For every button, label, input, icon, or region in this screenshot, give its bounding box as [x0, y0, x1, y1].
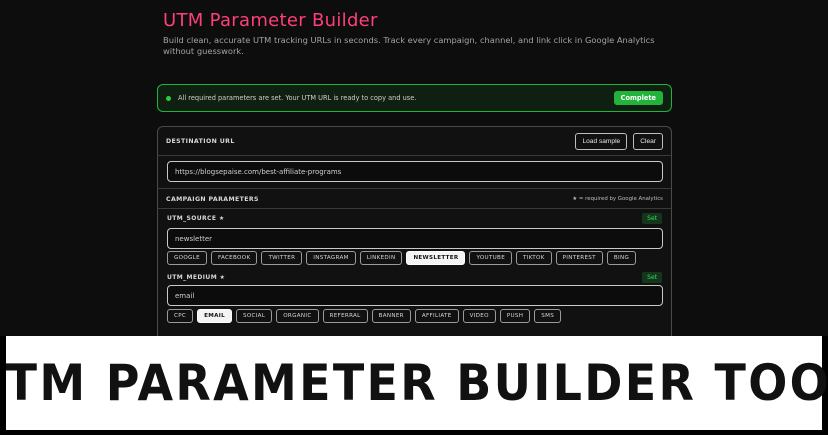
complete-badge: Complete [613, 91, 663, 105]
utm-source-label: UTM_SOURCE ★ [167, 215, 225, 222]
utm-medium-set-badge: Set [642, 272, 662, 283]
utm-source-chips: GOOGLE FACEBOOK TWITTER INSTAGRAM LINKEDIN NE… [167, 251, 637, 265]
medium-chip-organic[interactable]: ORGANIC [276, 309, 319, 323]
campaign-label: CAMPAIGN PARAMETERS [166, 195, 259, 203]
page-subtitle: Build clean, accurate UTM tracking URLs … [163, 35, 655, 56]
source-chip-newsletter[interactable]: NEWSLETTER [406, 251, 466, 265]
required-note: ★ = required by Google Analytics [572, 196, 663, 202]
source-chip-tiktok[interactable]: TIKTOK [516, 251, 552, 265]
campaign-header: CAMPAIGN PARAMETERS ★ = required by Goog… [158, 188, 671, 210]
page-title: UTM Parameter Builder [163, 10, 378, 31]
medium-chip-cpc[interactable]: CPC [167, 309, 194, 323]
source-chip-linkedin[interactable]: LINKEDIN [359, 251, 403, 265]
utm-medium-input[interactable]: email [167, 285, 663, 306]
app-window: UTM Parameter Builder Build clean, accur… [0, 0, 828, 336]
source-chip-youtube[interactable]: YOUTUBE [469, 251, 513, 265]
status-banner: All required parameters are set. Your UT… [157, 84, 672, 112]
title-banner: UTM PARAMETER BUILDER TOOL [0, 336, 828, 430]
banner-title: UTM PARAMETER BUILDER TOOL [0, 354, 828, 412]
clear-button[interactable]: Clear [633, 132, 663, 150]
source-chip-facebook[interactable]: FACEBOOK [210, 251, 258, 265]
status-message: All required parameters are set. Your UT… [178, 94, 417, 102]
source-chip-twitter[interactable]: TWITTER [261, 251, 303, 265]
destination-label: DESTINATION URL [166, 137, 235, 145]
medium-chip-email[interactable]: EMAIL [197, 309, 232, 323]
load-sample-button[interactable]: Load sample [575, 132, 628, 150]
destination-header: DESTINATION URL Load sample Clear [158, 127, 671, 155]
source-chip-google[interactable]: GOOGLE [167, 251, 207, 265]
medium-chip-banner[interactable]: BANNER [371, 309, 411, 323]
medium-chip-push[interactable]: PUSH [499, 309, 531, 323]
medium-chip-social[interactable]: SOCIAL [235, 309, 273, 323]
utm-source-input[interactable]: newsletter [167, 228, 663, 249]
builder-card: DESTINATION URL Load sample Clear https:… [157, 126, 672, 336]
source-chip-instagram[interactable]: INSTAGRAM [306, 251, 356, 265]
utm-medium-chips: CPC EMAIL SOCIAL ORGANIC REFERRAL BANNER AFFIL… [167, 309, 562, 323]
medium-chip-referral[interactable]: REFERRAL [322, 309, 368, 323]
medium-chip-affiliate[interactable]: AFFILIATE [414, 309, 459, 323]
source-chip-bing[interactable]: BING [606, 251, 637, 265]
utm-source-set-badge: Set [642, 213, 662, 224]
source-chip-pinterest[interactable]: PINTEREST [555, 251, 603, 265]
medium-chip-sms[interactable]: SMS [534, 309, 562, 323]
divider [158, 155, 671, 156]
status-dot-icon [166, 95, 171, 101]
utm-medium-label: UTM_MEDIUM ★ [167, 274, 226, 281]
destination-url-input[interactable]: https://blogsepaise.com/best-affiliate-p… [167, 161, 663, 182]
divider [158, 208, 671, 209]
medium-chip-video[interactable]: VIDEO [462, 309, 496, 323]
